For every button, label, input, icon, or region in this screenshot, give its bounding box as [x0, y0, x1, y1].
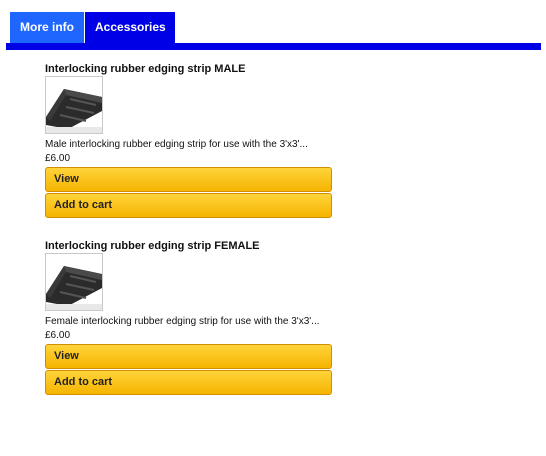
tab-more-info[interactable]: More info: [10, 12, 84, 43]
product-price: £6.00: [45, 153, 71, 164]
rubber-strip-image-icon: [46, 254, 102, 310]
tab-strip: More info Accessories: [10, 12, 175, 43]
product-card-female: Interlocking rubber edging strip FEMALE …: [45, 239, 345, 395]
product-title[interactable]: Interlocking rubber edging strip MALE: [45, 62, 345, 76]
product-description: Female interlocking rubber edging strip …: [45, 316, 320, 327]
product-thumbnail[interactable]: [45, 253, 103, 311]
tab-underline-bar: [6, 43, 541, 50]
product-description: Male interlocking rubber edging strip fo…: [45, 139, 308, 150]
product-card-male: Interlocking rubber edging strip MALE Ma…: [45, 62, 345, 218]
view-button[interactable]: View: [45, 167, 332, 192]
view-button[interactable]: View: [45, 344, 332, 369]
product-price: £6.00: [45, 330, 71, 341]
product-thumbnail[interactable]: [45, 76, 103, 134]
rubber-strip-image-icon: [46, 77, 102, 133]
add-to-cart-button[interactable]: Add to cart: [45, 370, 332, 395]
tab-accessories[interactable]: Accessories: [85, 12, 175, 43]
add-to-cart-button[interactable]: Add to cart: [45, 193, 332, 218]
product-title[interactable]: Interlocking rubber edging strip FEMALE: [45, 239, 345, 253]
